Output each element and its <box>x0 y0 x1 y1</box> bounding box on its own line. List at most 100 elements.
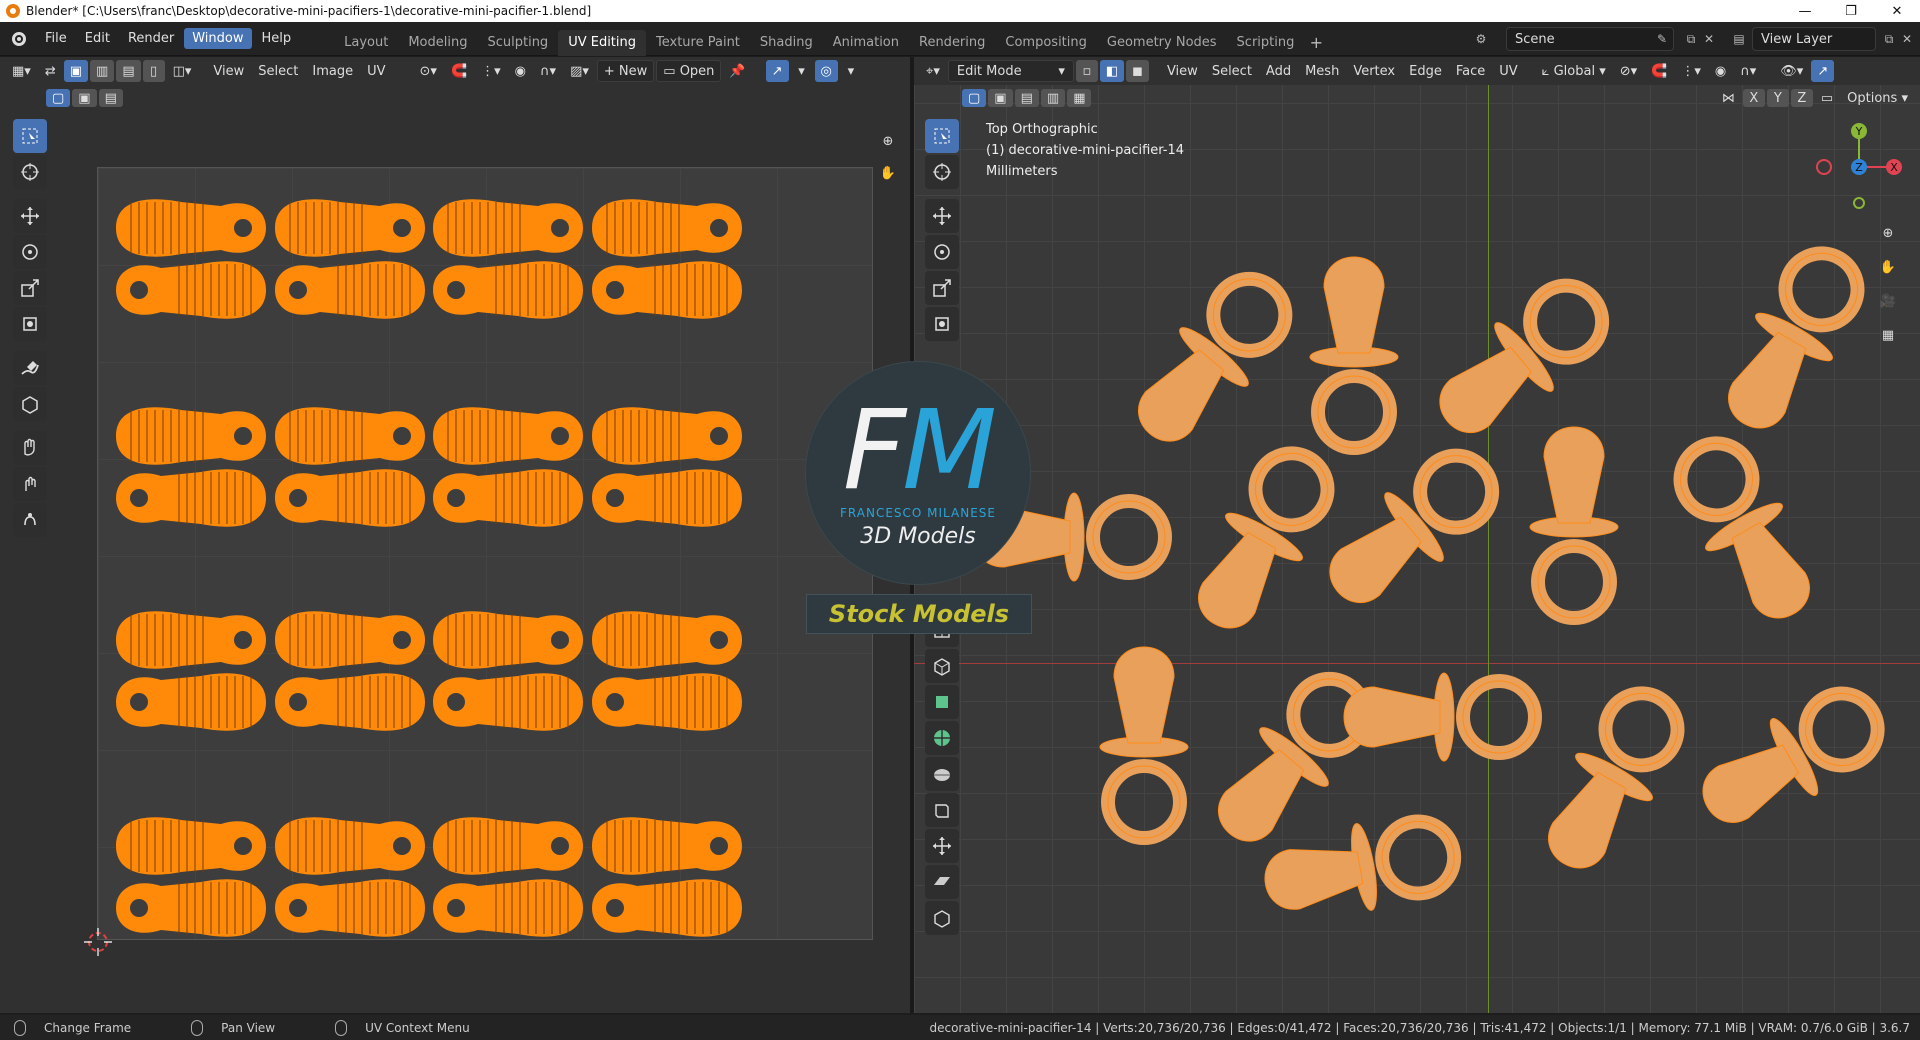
ortho-toggle-icon[interactable]: ▦ <box>1872 319 1904 351</box>
pacifier-mesh[interactable] <box>1526 676 1698 885</box>
edge-select-icon[interactable]: ▥ <box>90 60 115 82</box>
select-box-tool-icon[interactable] <box>13 119 47 153</box>
new-image-button[interactable]: + New <box>596 60 655 82</box>
zoom-icon[interactable]: ⊕ <box>872 125 904 157</box>
uv-island[interactable] <box>116 469 266 527</box>
snap-target-icon[interactable]: ⋮▾ <box>475 60 507 82</box>
pacifier-mesh[interactable] <box>1309 435 1512 625</box>
pacifier-mesh[interactable] <box>1529 426 1619 625</box>
pacifier-mesh[interactable] <box>1706 236 1878 445</box>
uv-island[interactable] <box>275 673 425 731</box>
pivot-icon[interactable]: ⊙▾ <box>414 60 443 82</box>
tab-scripting[interactable]: Scripting <box>1227 30 1305 56</box>
pivot-point-icon[interactable]: ⊘▾ <box>1614 60 1643 82</box>
vp-menu-add[interactable]: Add <box>1260 60 1297 82</box>
uv-islands-layer[interactable] <box>98 168 874 941</box>
uv-island[interactable] <box>433 817 583 875</box>
vp-menu-face[interactable]: Face <box>1450 60 1491 82</box>
options-dropdown[interactable]: Options ▾ <box>1841 87 1914 109</box>
annotate-tool-icon[interactable] <box>13 351 47 385</box>
face-mode-icon[interactable]: ◼ <box>1126 60 1149 82</box>
vp-select-invert-icon[interactable]: ▥ <box>1040 89 1066 107</box>
mirror-icon[interactable]: ⋈ <box>1716 87 1741 109</box>
uv-island[interactable] <box>116 879 266 937</box>
uv-island[interactable] <box>275 199 425 257</box>
vp-proportional-icon[interactable]: ◉ <box>1709 60 1732 82</box>
tab-texture-paint[interactable]: Texture Paint <box>646 30 750 56</box>
uv-island[interactable] <box>433 199 583 257</box>
select-subtract-icon[interactable]: ▤ <box>98 89 123 107</box>
pacifier-mesh[interactable] <box>1116 259 1306 462</box>
falloff-icon[interactable]: ∩▾ <box>534 60 562 82</box>
uv-island[interactable] <box>592 673 742 731</box>
vp-menu-mesh[interactable]: Mesh <box>1299 60 1345 82</box>
scale-tool-icon[interactable] <box>13 271 47 305</box>
vp-falloff-icon[interactable]: ∩▾ <box>1734 60 1762 82</box>
uv-island[interactable] <box>275 261 425 319</box>
add-workspace-icon[interactable]: + <box>1304 30 1328 56</box>
pacifier-mesh[interactable] <box>1176 436 1348 645</box>
uv-island[interactable] <box>592 199 742 257</box>
vp-menu-uv[interactable]: UV <box>1493 60 1523 82</box>
image-browse-icon[interactable]: ▨▾ <box>564 60 595 82</box>
pacifier-mesh[interactable] <box>1099 646 1189 845</box>
vp-snap-target-icon[interactable]: ⋮▾ <box>1675 60 1707 82</box>
tab-animation[interactable]: Animation <box>823 30 909 56</box>
mode-selector[interactable]: Edit Mode ▾ <box>947 60 1074 82</box>
tab-shading[interactable]: Shading <box>750 30 823 56</box>
uv-menu-image[interactable]: Image <box>306 60 359 82</box>
maximize-button[interactable]: ❐ <box>1828 0 1874 22</box>
shrink-fatten-icon[interactable] <box>925 829 959 863</box>
vp-select-extend-icon[interactable]: ▣ <box>988 89 1013 107</box>
camera-view-icon[interactable]: 🎥 <box>1872 285 1904 317</box>
uv-island[interactable] <box>116 611 266 669</box>
tab-sculpting[interactable]: Sculpting <box>477 30 558 56</box>
navigation-gizmo[interactable]: Y X Z <box>1814 119 1904 209</box>
uv-island[interactable] <box>433 879 583 937</box>
delete-scene-icon[interactable]: ✕ <box>1698 28 1720 50</box>
mirror-z-toggle[interactable]: Z <box>1790 89 1813 107</box>
pin-image-icon[interactable]: 📌 <box>723 60 751 82</box>
auto-merge-icon[interactable]: ▭ <box>1815 87 1839 109</box>
uv-island[interactable] <box>592 469 742 527</box>
mirror-x-toggle[interactable]: X <box>1742 89 1765 107</box>
overlay-toggle-icon[interactable]: ◎ <box>814 60 838 82</box>
vp-gizmo-icon[interactable]: ↗ <box>1811 60 1835 82</box>
vertex-mode-icon[interactable]: ▫ <box>1075 60 1098 82</box>
island-select-icon[interactable]: ▯ <box>142 60 165 82</box>
transform-tool-icon[interactable] <box>13 307 47 341</box>
tab-uv-editing[interactable]: UV Editing <box>558 29 647 56</box>
viewport-editor-type-icon[interactable]: ⌖▾ <box>920 60 946 82</box>
uv-menu-uv[interactable]: UV <box>361 60 391 82</box>
vp-rotate-icon[interactable] <box>925 235 959 269</box>
uv-island[interactable] <box>275 407 425 465</box>
spin-icon[interactable] <box>925 721 959 755</box>
rotate-tool-icon[interactable] <box>13 235 47 269</box>
uv-island[interactable] <box>433 407 583 465</box>
close-button[interactable]: ✕ <box>1874 0 1920 22</box>
vp-cursor-icon[interactable] <box>925 155 959 189</box>
face-select-icon[interactable]: ▤ <box>116 60 141 82</box>
cursor-tool-icon[interactable] <box>13 155 47 189</box>
smooth-icon[interactable] <box>925 757 959 791</box>
pacifier-mesh[interactable] <box>1309 256 1399 455</box>
overlay-menu-icon[interactable]: ▾ <box>840 60 862 82</box>
menu-file[interactable]: File <box>37 28 75 49</box>
uv-island[interactable] <box>592 879 742 937</box>
uv-island[interactable] <box>433 261 583 319</box>
edge-slide-icon[interactable] <box>925 793 959 827</box>
minimize-button[interactable]: — <box>1782 0 1828 22</box>
vp-menu-edge[interactable]: Edge <box>1403 60 1448 82</box>
vp-select-new-icon[interactable]: ▢ <box>962 89 987 107</box>
tab-geometry-nodes[interactable]: Geometry Nodes <box>1097 30 1227 56</box>
scene-icon[interactable]: ⚙ <box>1470 28 1492 50</box>
vertex-select-icon[interactable]: ▣ <box>63 60 89 82</box>
sticky-selection-icon[interactable]: ◫▾ <box>167 60 198 82</box>
uv-menu-select[interactable]: Select <box>252 60 304 82</box>
menu-render[interactable]: Render <box>120 28 182 49</box>
uv-island[interactable] <box>116 407 266 465</box>
vp-scale-icon[interactable] <box>925 271 959 305</box>
vp-pan-icon[interactable]: ✋ <box>1872 251 1904 283</box>
vp-select-box-icon[interactable] <box>925 119 959 153</box>
pacifier-mesh[interactable] <box>1660 426 1832 635</box>
